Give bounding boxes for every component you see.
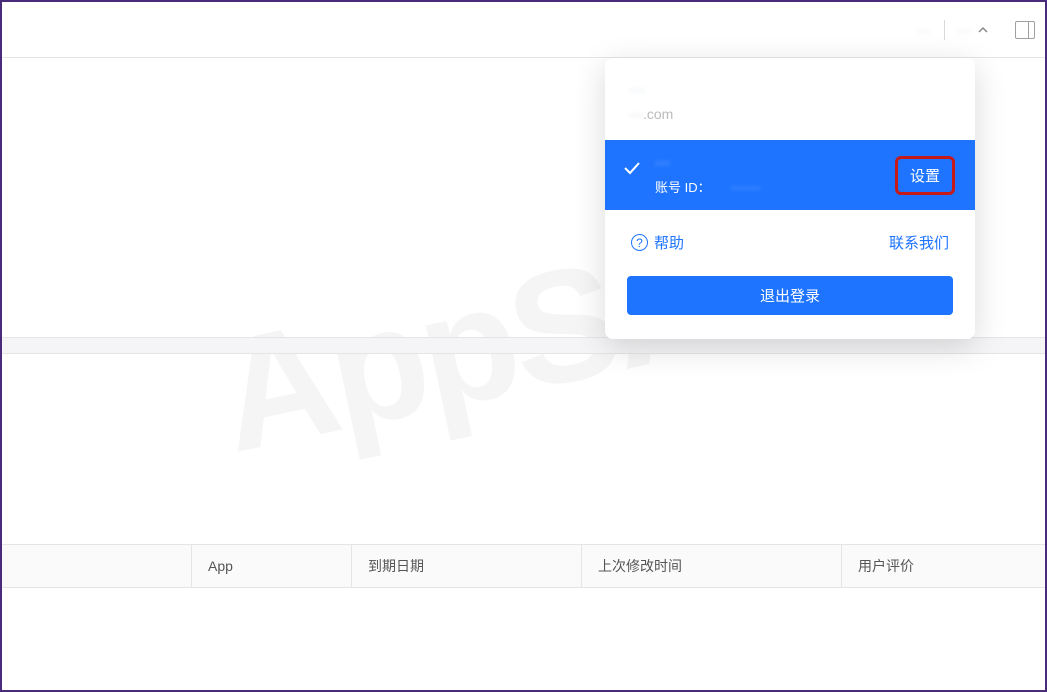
selected-account-row[interactable]: ··· 账号 ID： ······· 设置 xyxy=(605,140,975,210)
chevron-up-icon xyxy=(977,24,989,36)
logout-button[interactable]: 退出登录 xyxy=(627,276,953,315)
user-dropdown: ··· ···.com ··· 账号 ID： ······· 设置 ? 帮助 联… xyxy=(605,58,975,339)
panel-toggle-icon[interactable] xyxy=(1015,21,1035,39)
table-header-app[interactable]: App xyxy=(192,545,352,587)
user-menu-trigger[interactable]: ··· xyxy=(949,18,997,42)
table-header-row: App 到期日期 上次修改时间 用户评价 xyxy=(2,544,1045,588)
help-icon: ? xyxy=(631,234,648,251)
table-header-blank xyxy=(2,545,192,587)
section-gap xyxy=(2,338,1045,354)
account-email: ···.com xyxy=(629,106,951,122)
top-bar: ··· ··· xyxy=(2,2,1045,58)
settings-button[interactable]: 设置 xyxy=(895,156,955,195)
content-section-2 xyxy=(2,354,1045,544)
table-header-expiry[interactable]: 到期日期 xyxy=(352,545,582,587)
check-icon xyxy=(623,161,641,175)
dropdown-header: ··· ···.com xyxy=(605,58,975,140)
help-link[interactable]: ? 帮助 xyxy=(631,232,684,253)
topbar-item[interactable]: ··· xyxy=(916,22,930,38)
table-header-rating[interactable]: 用户评价 xyxy=(842,545,1045,587)
account-id-label: 账号 ID： xyxy=(655,177,711,196)
table-header-modified[interactable]: 上次修改时间 xyxy=(582,545,842,587)
topbar-divider xyxy=(944,20,945,40)
contact-us-link[interactable]: 联系我们 xyxy=(889,232,949,253)
account-name: ··· xyxy=(655,154,895,171)
account-id-value: ······· xyxy=(731,180,761,195)
account-display-name: ··· xyxy=(629,82,951,100)
user-name: ··· xyxy=(957,22,971,38)
